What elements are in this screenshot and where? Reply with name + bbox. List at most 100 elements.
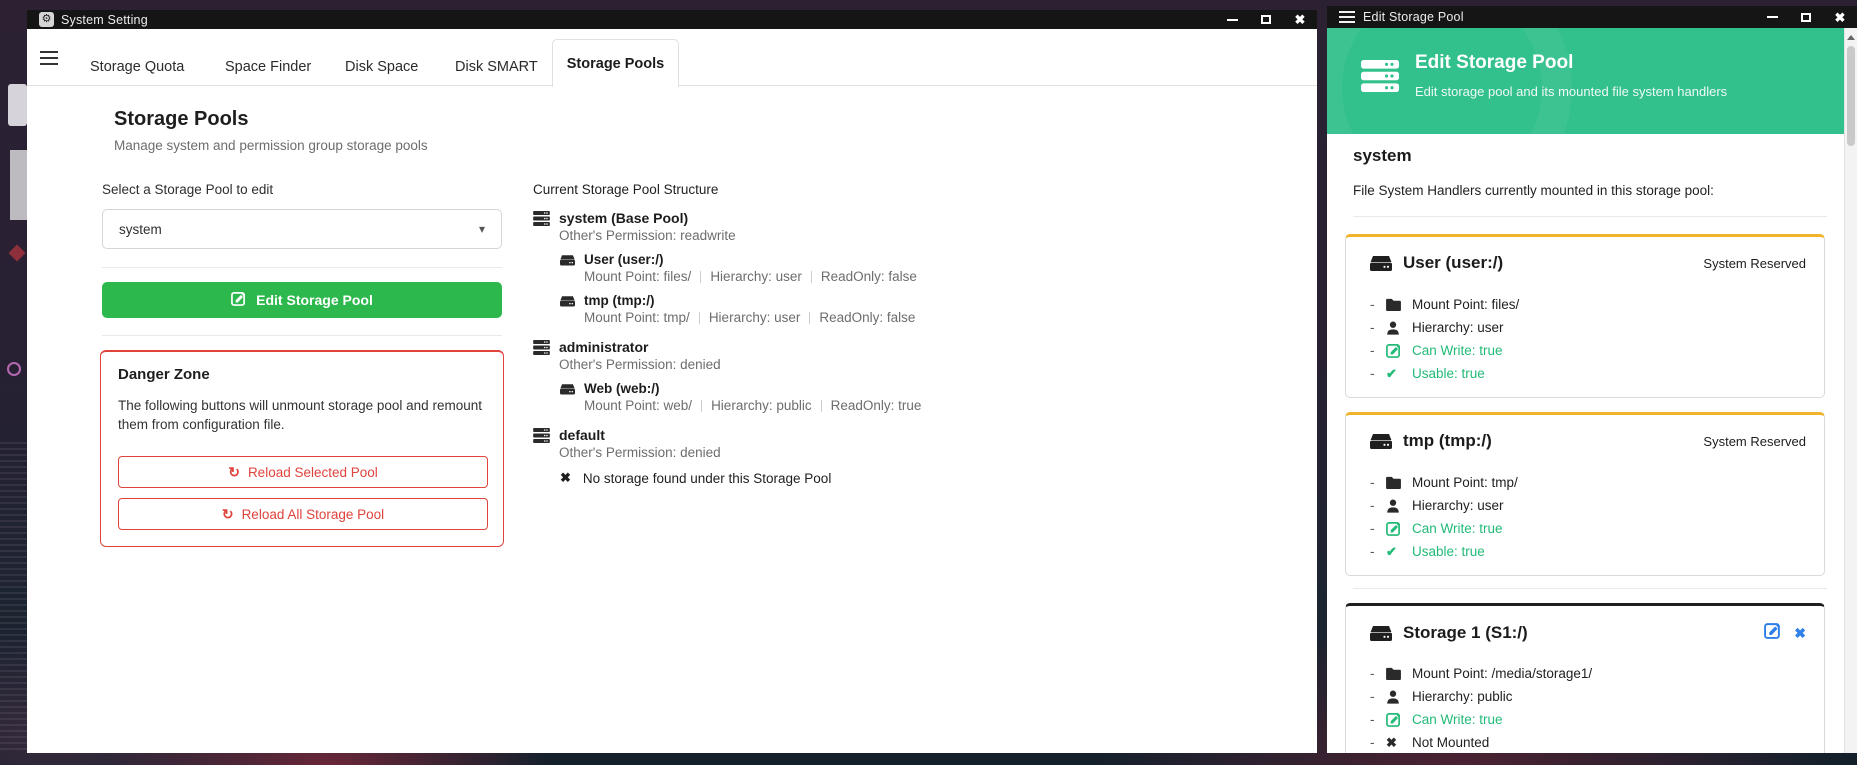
tab-disk-space[interactable]: Disk Space [345,59,418,75]
bullet: - [1370,475,1386,490]
banner-title: Edit Storage Pool [1415,52,1573,74]
reload-all-pool-button[interactable]: ↻ Reload All Storage Pool [118,498,488,530]
page-subtitle: Manage system and permission group stora… [114,138,428,153]
divider [699,312,700,324]
pool-select-value: system [119,222,162,237]
gear-icon: ⚙ [39,12,54,27]
pool-select-label: Select a Storage Pool to edit [102,182,273,197]
storage-name: User (user:/) [584,252,664,267]
handler-usable: - ✔ Usable: true [1370,540,1806,563]
menu-icon[interactable] [40,51,58,65]
maximize-button[interactable] [1249,10,1283,29]
empty-pool-row: ✖ No storage found under this Storage Po… [560,470,1133,486]
storage-readonly: ReadOnly: false [819,309,915,326]
times-icon: ✖ [1386,735,1412,751]
storage-pool-tree: system (Base Pool) Other's Permission: r… [533,209,1133,498]
server-icon [533,211,550,226]
storage-name: tmp (tmp:/) [584,293,654,308]
reload-all-label: Reload All Storage Pool [242,507,385,522]
item-text: Mount Point: files/ [1412,297,1519,312]
minimize-icon [1767,16,1778,18]
storage-mount-point: Mount Point: files/ [584,268,691,285]
window-title: System Setting [61,13,148,27]
pool-name: system (Base Pool) [559,210,688,226]
background-window-fragment [8,84,27,126]
maximize-icon [1801,13,1811,22]
close-button[interactable]: ✖ [1283,10,1317,29]
minimize-button[interactable] [1755,6,1789,28]
pool-name: default [559,427,605,443]
scrollbar-thumb[interactable] [1847,46,1855,146]
server-icon [1361,60,1399,97]
item-text: Hierarchy: user [1412,320,1504,335]
handler-mount-point: - Mount Point: files/ [1370,293,1806,316]
empty-pool-message: No storage found under this Storage Pool [583,471,831,486]
divider [700,271,701,283]
minimize-icon [1227,19,1238,21]
scrollbar[interactable] [1844,28,1857,753]
item-text: Not Mounted [1412,735,1489,750]
bullet: - [1370,366,1386,381]
user-icon [1386,499,1412,513]
divider [102,267,502,268]
edit-icon [1386,343,1412,358]
bullet: - [1370,498,1386,513]
edit-handler-button[interactable] [1764,622,1781,644]
bullet: - [1370,666,1386,681]
tab-storage-pools[interactable]: Storage Pools [552,39,679,87]
item-text: Hierarchy: user [1412,498,1504,513]
folder-icon [1386,476,1412,489]
structure-title: Current Storage Pool Structure [533,182,718,197]
divider [811,271,812,283]
refresh-icon: ↻ [222,506,234,523]
edit-icon [1386,521,1412,536]
item-text: Usable: true [1412,544,1485,559]
edit-storage-pool-button[interactable]: Edit Storage Pool [102,282,502,318]
close-icon: ✖ [1295,13,1306,26]
danger-zone-card: Danger Zone The following buttons will u… [100,350,504,547]
server-icon [533,340,550,355]
storage-readonly: ReadOnly: false [821,268,917,285]
window-title: Edit Storage Pool [1363,10,1464,24]
tab-space-finder[interactable]: Space Finder [225,59,311,75]
folder-icon [1386,298,1412,311]
close-button[interactable]: ✖ [1823,6,1857,28]
handler-can-write: - Can Write: true [1370,339,1806,362]
system-setting-titlebar: ⚙ System Setting ✖ [27,10,1317,29]
edit-icon [231,291,246,309]
handler-not-mounted: - ✖ Not Mounted [1370,731,1806,753]
maximize-button[interactable] [1789,6,1823,28]
tree-pool-system: system (Base Pool) Other's Permission: r… [533,209,1133,326]
tab-disk-smart[interactable]: Disk SMART [455,59,538,75]
hdd-icon [1370,625,1392,641]
tab-storage-quota[interactable]: Storage Quota [90,59,184,75]
pool-name-heading: system [1353,146,1412,166]
background-window-fragment [7,362,21,376]
storage-hierarchy: Hierarchy: user [709,309,801,326]
tab-bar: Storage Quota Space Finder Disk Space Di… [27,29,1317,86]
hdd-icon [560,254,575,266]
menu-icon [1339,11,1355,23]
storage-name: Web (web:/) [584,381,660,396]
divider [1353,216,1827,217]
scroll-up-button[interactable] [1845,31,1857,43]
tree-storage-tmp: tmp (tmp:/) Mount Point: tmp/ Hierarchy:… [560,292,1133,326]
minimize-button[interactable] [1215,10,1249,29]
item-text: Can Write: true [1412,343,1503,358]
edit-pool-titlebar: Edit Storage Pool ✖ [1327,6,1857,28]
remove-handler-button[interactable]: ✖ [1794,625,1806,642]
handler-mount-point: - Mount Point: /media/storage1/ [1370,662,1806,685]
bullet: - [1370,689,1386,704]
pool-select[interactable]: system ▾ [102,209,502,249]
user-icon [1386,321,1412,335]
background-window-fragment [9,245,26,262]
folder-icon [1386,667,1412,680]
reload-selected-pool-button[interactable]: ↻ Reload Selected Pool [118,456,488,488]
pool-name: administrator [559,339,648,355]
handler-hierarchy: - Hierarchy: user [1370,316,1806,339]
system-setting-window: ⚙ System Setting ✖ Storage Quota Space F… [27,10,1317,753]
server-icon [533,428,550,443]
wallpaper-texture [0,440,27,750]
times-icon: ✖ [560,470,571,486]
item-text: Mount Point: tmp/ [1412,475,1518,490]
